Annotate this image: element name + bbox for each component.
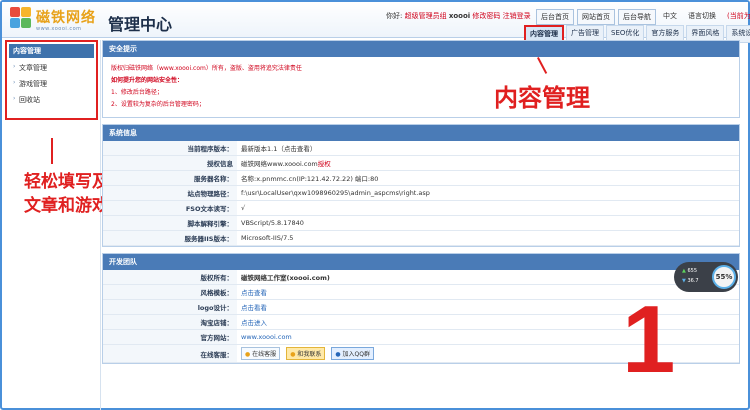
- join-qq-group-button[interactable]: ● 加入QQ群: [331, 347, 374, 360]
- top-links: 后台首页 网站首页 后台导航 中文 语言切换 (当前为中文): [536, 9, 750, 25]
- bullet-icon: ›: [13, 63, 16, 70]
- security-line-2: 如何提升您的网站安全性：: [111, 77, 184, 84]
- row-label: 服务器IIS版本：: [103, 230, 237, 246]
- table-row: 服务器IIS版本： Microsoft-IIS/7.5: [103, 230, 739, 246]
- language-note: (当前为中文): [727, 12, 750, 20]
- table-row: 版权所有： 磁铁网络工作室(xoooi.com): [103, 270, 739, 285]
- iis-version: Microsoft-IIS/7.5: [237, 230, 739, 246]
- download-speed: 36.7: [687, 278, 699, 284]
- row-label: FSO文本读写：: [103, 200, 237, 216]
- qq-icon: ●: [245, 351, 251, 358]
- sidebar-item-label: 游戏管理: [19, 80, 47, 88]
- logo-design-link[interactable]: 点击看看: [241, 304, 267, 312]
- admin-home-button[interactable]: 后台首页: [536, 9, 574, 25]
- row-label: 服务器名称：: [103, 170, 237, 186]
- program-version: 最新版本1.1（点击查看）: [237, 141, 739, 156]
- version-link[interactable]: 最新版本1.1（点击查看）: [241, 145, 316, 153]
- divider: [100, 40, 101, 410]
- security-panel-title: 安全提示: [103, 41, 739, 57]
- row-label: 脚本解释引擎：: [103, 215, 237, 231]
- download-icon: ▼: [682, 278, 686, 284]
- badge-label: 加入QQ群: [342, 351, 370, 358]
- group-icon: ●: [335, 351, 341, 358]
- user-prefix: 你好:: [386, 12, 403, 20]
- row-label: 站点物理路径：: [103, 185, 237, 201]
- row-label: 风格模板：: [103, 284, 237, 300]
- security-line-3: 1、修改后台路径；: [111, 89, 163, 96]
- table-row: 站点物理路径： f:\usr\LocalUser\qxw1098960295\a…: [103, 185, 739, 201]
- security-line-1: 版权归磁铁网络（www.xoooi.com）所有，盗版、盗用将追究法律责任: [111, 65, 302, 72]
- copyright-value: 磁铁网络工作室(xoooi.com): [241, 274, 330, 282]
- system-info-title: 系统信息: [103, 125, 739, 141]
- contact-me-button[interactable]: ● 和我联系: [286, 347, 326, 360]
- license-status: 授权: [317, 160, 331, 168]
- security-line-4: 2、设置较为复杂的后台管理密码；: [111, 101, 205, 108]
- chat-icon: ●: [290, 351, 296, 358]
- badge-label: 和我联系: [297, 351, 322, 358]
- taobao-link[interactable]: 点击进入: [241, 319, 267, 327]
- logout-link[interactable]: 注销登录: [503, 12, 531, 20]
- physical-path: f:\usr\LocalUser\qxw1098960295\admin_asp…: [237, 185, 739, 201]
- sidebar: 内容管理 › 文章管理 › 游戏管理 › 回收站: [5, 40, 98, 120]
- fso-status: √: [237, 200, 739, 216]
- table-row: 脚本解释引擎： VBScript/5.8.17840: [103, 215, 739, 231]
- copyright-owner: 磁铁网络工作室(xoooi.com): [237, 270, 739, 285]
- row-label: 授权信息: [103, 155, 237, 171]
- official-site-link[interactable]: www.xoooi.com: [241, 333, 292, 341]
- system-info-panel: 系统信息 当前程序版本： 最新版本1.1（点击查看） 授权信息 磁铁网络www.…: [102, 124, 740, 247]
- user-role: 超级管理员组: [404, 12, 447, 20]
- change-password-link[interactable]: 修改密码: [472, 12, 500, 20]
- logo-icon: [10, 7, 34, 29]
- sidebar-title: 内容管理: [9, 44, 94, 58]
- sidebar-item-games[interactable]: › 游戏管理: [7, 76, 96, 92]
- row-label: 当前程序版本：: [103, 141, 237, 156]
- sidebar-item-label: 回收站: [19, 96, 40, 104]
- license-info: 磁铁网络www.xoooi.com授权: [237, 155, 739, 171]
- sidebar-item-articles[interactable]: › 文章管理: [7, 60, 96, 76]
- security-panel: 安全提示 版权归磁铁网络（www.xoooi.com）所有，盗版、盗用将追究法律…: [102, 40, 740, 118]
- upload-speed: 655: [687, 268, 697, 274]
- row-label: logo设计：: [103, 299, 237, 315]
- table-row: 服务器名称： 名称:x.pnmmc.cn(IP:121.42.72.22) 端口…: [103, 170, 739, 186]
- table-row: 当前程序版本： 最新版本1.1（点击查看）: [103, 141, 739, 156]
- user-info: 你好: 超级管理员组 xoooi 修改密码 注销登录: [386, 11, 531, 21]
- system-info-table: 当前程序版本： 最新版本1.1（点击查看） 授权信息 磁铁网络www.xoooi…: [103, 141, 739, 246]
- row-label: 版权所有：: [103, 270, 237, 285]
- language-current: 中文: [663, 12, 677, 20]
- page-title: 管理中心: [108, 15, 173, 34]
- template-link[interactable]: 点击查看: [241, 289, 267, 297]
- logo[interactable]: 磁铁网络 www.xoooi.com: [10, 7, 100, 35]
- row-label: 官方网站：: [103, 329, 237, 345]
- row-label: 在线客服：: [103, 344, 237, 363]
- dev-team-title: 开发团队: [103, 254, 739, 270]
- bullet-icon: ›: [13, 79, 16, 86]
- script-engine: VBScript/5.8.17840: [237, 215, 739, 231]
- header: 磁铁网络 www.xoooi.com 管理中心 你好: 超级管理员组 xoooi…: [2, 2, 750, 43]
- logo-url: www.xoooi.com: [36, 26, 82, 32]
- annotation-arrow-sidebar: [51, 138, 53, 164]
- annotation-number: 1: [622, 286, 676, 393]
- online-support-button[interactable]: ● 在线客服: [241, 347, 281, 360]
- table-row: FSO文本读写： √: [103, 200, 739, 216]
- network-speed-widget[interactable]: ▲ 655 ▼ 36.7 55%: [674, 262, 738, 292]
- sidebar-item-label: 文章管理: [19, 64, 47, 72]
- upload-icon: ▲: [682, 268, 686, 274]
- usage-percent: 55%: [712, 265, 736, 289]
- logo-text: 磁铁网络: [36, 10, 96, 26]
- table-row: 授权信息 磁铁网络www.xoooi.com授权: [103, 155, 739, 171]
- license-value: 磁铁网络www.xoooi.com授权: [241, 160, 331, 168]
- row-label: 淘宝店铺：: [103, 314, 237, 330]
- server-name: 名称:x.pnmmc.cn(IP:121.42.72.22) 端口:80: [237, 170, 739, 186]
- badge-label: 在线客服: [252, 351, 277, 358]
- bullet-icon: ›: [13, 95, 16, 102]
- sidebar-item-recycle-bin[interactable]: › 回收站: [7, 92, 96, 108]
- admin-nav-button[interactable]: 后台导航: [618, 9, 656, 25]
- username: xoooi: [448, 12, 471, 20]
- language-switch-link[interactable]: 语言切换: [684, 9, 720, 25]
- site-home-button[interactable]: 网站首页: [577, 9, 615, 25]
